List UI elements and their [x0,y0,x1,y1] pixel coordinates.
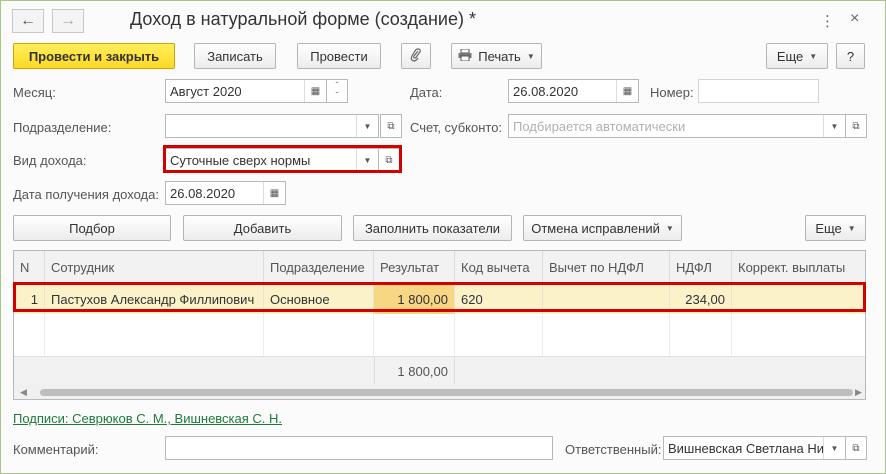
open-responsible-button[interactable]: ⧉ [845,436,867,460]
print-label: Печать [478,48,521,64]
income-type-field[interactable]: Суточные сверх нормы ▼ [165,148,379,172]
page-title: Доход в натуральной форме (создание) * [130,9,476,29]
date-value: 26.08.2020 [513,83,579,99]
pick-button[interactable]: Подбор [13,215,171,241]
account-label: Счет, субконто: [410,120,503,135]
cell-correction[interactable] [732,284,865,314]
print-button[interactable]: Печать ▼ [451,43,542,69]
open-income-type-button[interactable]: ⧉ [378,148,400,172]
month-field[interactable]: Август 2020 ▦ [165,79,327,103]
comment-label: Комментарий: [13,442,99,457]
stepper-down-icon[interactable]: ˇ [336,91,339,101]
cell-ndfl[interactable]: 234,00 [670,284,732,314]
table-header: N Сотрудник Подразделение Результат Код … [14,251,865,284]
open-window-icon: ⧉ [852,442,860,454]
column-header-n[interactable]: N [14,251,45,284]
comment-field[interactable] [165,436,553,460]
column-header-result[interactable]: Результат [374,251,455,284]
number-field[interactable] [698,79,819,103]
open-window-icon: ⧉ [387,120,395,132]
more-label: Еще [776,48,804,64]
save-button[interactable]: Записать [194,43,276,69]
paperclip-icon [410,47,422,65]
account-placeholder: Подбирается автоматически [513,118,686,134]
fill-indicators-button[interactable]: Заполнить показатели [353,215,512,241]
arrow-left-icon: ← [20,12,36,29]
dropdown-arrow-icon[interactable]: ▼ [823,115,845,137]
dropdown-arrow-icon[interactable]: ▼ [823,437,845,459]
cell-department[interactable]: Основное [264,284,374,314]
income-date-value: 26.08.2020 [170,185,236,201]
income-date-label: Дата получения дохода: [13,187,159,202]
footer-result-total: 1 800,00 [374,357,455,385]
month-label: Месяц: [13,85,56,100]
calendar-icon[interactable]: ▦ [263,182,285,204]
attach-button[interactable] [401,43,431,69]
account-field[interactable]: Подбирается автоматически ▼ [508,114,846,138]
back-button[interactable]: ← [12,9,44,33]
signatures-link[interactable]: Подписи: Севрюков С. М., Вишневская С. Н… [13,411,282,426]
column-header-employee[interactable]: Сотрудник [45,251,264,284]
responsible-label: Ответственный: [565,442,662,457]
date-label: Дата: [410,85,443,100]
help-button[interactable]: ? [836,43,865,69]
table-more-label: Еще [815,220,842,236]
date-field[interactable]: 26.08.2020 ▦ [508,79,639,103]
table-row[interactable]: 1 Пастухов Александр Филлипович Основное… [14,284,865,314]
dropdown-arrow-icon[interactable]: ▼ [356,115,378,137]
scroll-left-icon[interactable]: ◀ [20,387,27,398]
arrow-right-icon: → [60,12,76,29]
scroll-right-icon[interactable]: ▶ [855,387,862,398]
column-header-correction[interactable]: Коррект. выплаты [732,251,865,284]
cell-result[interactable]: 1 800,00 [374,284,455,314]
more-button[interactable]: Еще ▼ [766,43,828,69]
cell-n[interactable]: 1 [14,284,45,314]
post-button[interactable]: Провести [297,43,381,69]
month-value: Август 2020 [170,83,242,99]
department-field[interactable]: ▼ [165,114,379,138]
more-options-icon[interactable]: ⋮ [820,12,835,30]
cancel-corrections-label: Отмена исправлений [531,220,660,236]
forward-button[interactable]: → [52,9,84,33]
table-more-button[interactable]: Еще ▼ [805,215,866,241]
calendar-icon[interactable]: ▦ [616,80,638,102]
cancel-corrections-button[interactable]: Отмена исправлений ▼ [523,215,682,241]
calendar-icon[interactable]: ▦ [304,80,326,102]
month-stepper[interactable]: ˆˇ [326,79,348,103]
income-type-value: Суточные сверх нормы [170,152,311,168]
printer-icon [458,48,472,64]
column-header-department[interactable]: Подразделение [264,251,374,284]
dropdown-arrow-icon: ▼ [526,51,535,61]
dropdown-arrow-icon: ▼ [665,223,674,233]
scrollbar-thumb[interactable] [40,389,853,396]
dropdown-arrow-icon[interactable]: ▼ [356,149,378,171]
responsible-field[interactable]: Вишневская Светлана Ни ▼ [663,436,846,460]
dropdown-arrow-icon: ▼ [847,223,856,233]
open-account-button[interactable]: ⧉ [845,114,867,138]
open-department-button[interactable]: ⧉ [380,114,402,138]
stepper-up-icon[interactable]: ˆ [336,81,339,91]
department-label: Подразделение: [13,120,112,135]
responsible-value: Вишневская Светлана Ни [668,440,824,456]
open-window-icon: ⧉ [852,120,860,132]
dropdown-arrow-icon: ▼ [809,51,818,61]
column-header-ndfl[interactable]: НДФЛ [670,251,732,284]
close-icon[interactable]: × [850,10,859,28]
income-date-field[interactable]: 26.08.2020 ▦ [165,181,286,205]
column-header-ndfl-deduction[interactable]: Вычет по НДФЛ [543,251,670,284]
horizontal-scrollbar[interactable]: ◀ ▶ [14,384,865,399]
open-window-icon: ⧉ [385,154,393,166]
add-button[interactable]: Добавить [183,215,342,241]
post-and-close-button[interactable]: Провести и закрыть [13,43,175,69]
table-footer: 1 800,00 [14,356,865,385]
column-header-deduction-code[interactable]: Код вычета [455,251,543,284]
income-type-label: Вид дохода: [13,153,87,168]
cell-employee[interactable]: Пастухов Александр Филлипович [45,284,264,314]
number-label: Номер: [650,85,694,100]
cell-deduction-code[interactable]: 620 [455,284,543,314]
cell-ndfl-deduction[interactable] [543,284,670,314]
employees-table[interactable]: N Сотрудник Подразделение Результат Код … [13,250,866,400]
